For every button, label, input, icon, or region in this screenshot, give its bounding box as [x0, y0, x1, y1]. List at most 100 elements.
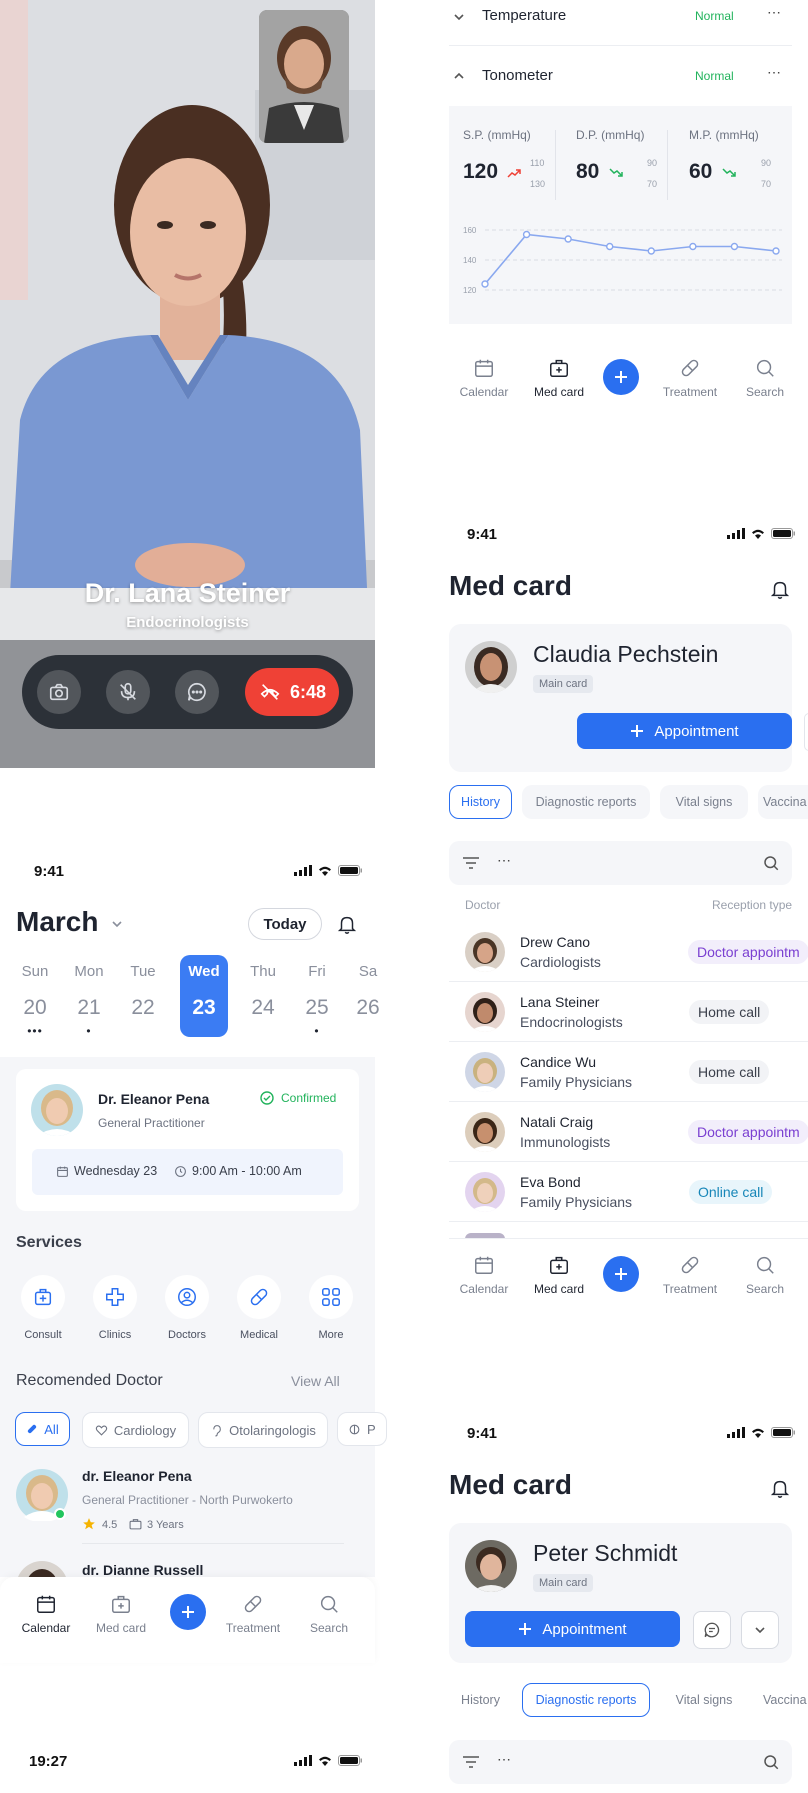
filter-more[interactable]: P — [337, 1412, 387, 1446]
nav-search[interactable]: Search — [294, 1593, 364, 1635]
day-number[interactable]: 24 — [243, 996, 283, 1020]
bell-icon[interactable] — [336, 913, 358, 935]
expand-button[interactable] — [741, 1611, 779, 1649]
doctor-name: Dr. Eleanor Pena — [98, 1091, 210, 1107]
tab-history[interactable]: History — [449, 1683, 512, 1717]
tab-vaccinations[interactable]: Vaccina — [758, 1683, 808, 1717]
avatar — [465, 992, 505, 1032]
service-consult-button[interactable] — [21, 1275, 65, 1319]
doctor-name: Drew Cano — [520, 934, 591, 950]
table-row[interactable]: Natali Craig Immunologists Doctor appointm — [449, 1101, 808, 1162]
data-point[interactable] — [481, 280, 489, 288]
message-button[interactable] — [693, 1611, 731, 1649]
nav-search[interactable]: Search — [730, 357, 800, 399]
mute-button[interactable] — [106, 670, 150, 714]
nav-treatment[interactable]: Treatment — [218, 1593, 288, 1635]
appointment-date: Wednesday 23 — [74, 1164, 158, 1178]
data-point[interactable] — [689, 242, 697, 251]
overflow-button[interactable] — [804, 713, 808, 751]
doctor-name[interactable]: dr. Eleanor Pena — [82, 1468, 192, 1484]
data-point[interactable] — [772, 247, 780, 255]
status-time: 9:41 — [467, 1425, 498, 1442]
end-call-button[interactable]: 6:48 — [245, 668, 339, 716]
bell-icon[interactable] — [769, 1477, 791, 1499]
day-number[interactable]: 26 — [348, 996, 388, 1020]
nav-treatment[interactable]: Treatment — [655, 1254, 725, 1296]
pill-icon — [250, 1288, 268, 1306]
selected-day[interactable]: 23 — [184, 996, 224, 1020]
temperature-status: Normal — [695, 9, 734, 23]
nav-calendar[interactable]: Calendar — [449, 357, 519, 399]
tab-vital-signs[interactable]: Vital signs — [660, 1683, 748, 1717]
table-row[interactable]: Eva Bond Family Physicians Online call — [449, 1161, 808, 1222]
nav-medcard[interactable]: Med card — [524, 357, 594, 399]
self-video-preview[interactable] — [259, 10, 349, 143]
appointment-button[interactable]: Appointment — [465, 1611, 680, 1647]
more-icon[interactable]: ⋯ — [497, 852, 511, 869]
bell-icon[interactable] — [769, 578, 791, 600]
filter-all[interactable]: All — [15, 1412, 70, 1446]
chat-icon — [187, 682, 206, 702]
status-icons — [294, 1755, 362, 1766]
more-icon[interactable]: ⋯ — [767, 64, 781, 81]
end-call-icon — [260, 684, 280, 700]
more-icon[interactable]: ⋯ — [767, 4, 781, 21]
day-number[interactable]: 25 — [297, 996, 337, 1020]
filter-otolaringologis[interactable]: Otolaringologis — [198, 1412, 328, 1448]
data-point[interactable] — [606, 242, 614, 251]
data-point[interactable] — [522, 230, 531, 239]
doctor-name[interactable]: dr. Dianne Russell — [82, 1562, 203, 1576]
day-number[interactable]: 20 — [15, 996, 55, 1020]
chevron-down-icon[interactable] — [452, 10, 466, 24]
day-number[interactable]: 21 — [69, 996, 109, 1020]
tab-history[interactable]: History — [449, 785, 512, 819]
service-more-button[interactable] — [309, 1275, 353, 1319]
nav-calendar[interactable]: Calendar — [11, 1593, 81, 1635]
doctor-specialty: Cardiologists — [520, 954, 601, 970]
table-row[interactable]: Candice Wu Family Physicians Home call — [449, 1041, 808, 1102]
nav-search[interactable]: Search — [730, 1254, 800, 1296]
nav-medcard[interactable]: Med card — [524, 1254, 594, 1296]
nav-medcard[interactable]: Med card — [86, 1593, 156, 1635]
service-medical-button[interactable] — [237, 1275, 281, 1319]
nav-calendar[interactable]: Calendar — [449, 1254, 519, 1296]
appointment-button[interactable]: Appointment — [577, 713, 792, 749]
signal-icon — [294, 1755, 312, 1766]
more-icon[interactable]: ⋯ — [497, 1751, 511, 1768]
nav-treatment[interactable]: Treatment — [655, 357, 725, 399]
search-icon[interactable] — [762, 854, 780, 872]
data-point[interactable] — [730, 242, 739, 251]
temperature-label: Temperature — [482, 7, 567, 24]
search-icon[interactable] — [762, 1753, 780, 1771]
tab-diagnostic-reports[interactable]: Diagnostic reports — [522, 785, 650, 819]
camera-button[interactable] — [37, 670, 81, 714]
doctor-avatar[interactable] — [16, 1469, 68, 1521]
patient-name: Peter Schmidt — [533, 1540, 678, 1566]
chat-button[interactable] — [175, 670, 219, 714]
data-point[interactable] — [647, 247, 655, 255]
appointment-card[interactable]: Dr. Eleanor Pena General Practitioner Co… — [16, 1069, 359, 1211]
tab-diagnostic-reports[interactable]: Diagnostic reports — [522, 1683, 650, 1717]
add-button[interactable] — [603, 359, 639, 395]
doctor-avatar[interactable] — [16, 1561, 68, 1577]
table-row[interactable]: Drew Cano Cardiologists Doctor appointm — [449, 921, 808, 982]
tab-vaccinations[interactable]: Vaccina — [758, 785, 808, 819]
view-all-link[interactable]: View All — [291, 1373, 340, 1389]
filter-icon[interactable] — [462, 1754, 480, 1770]
search-bar[interactable]: ⋯ — [449, 1740, 792, 1784]
filter-icon[interactable] — [462, 855, 480, 871]
add-button[interactable] — [170, 1594, 206, 1630]
table-row[interactable]: Lana Steiner Endocrinologists Home call — [449, 981, 808, 1042]
filter-cardiology[interactable]: Cardiology — [82, 1412, 189, 1448]
day-number[interactable]: 22 — [123, 996, 163, 1020]
add-button[interactable] — [603, 1256, 639, 1292]
data-point[interactable] — [564, 235, 572, 243]
month-title[interactable]: March — [16, 906, 124, 938]
chevron-up-icon[interactable] — [452, 69, 466, 83]
today-button[interactable]: Today — [248, 908, 322, 940]
service-doctors-button[interactable] — [165, 1275, 209, 1319]
nav-search-label: Search — [309, 1621, 349, 1635]
search-bar[interactable]: ⋯ — [449, 841, 792, 885]
service-clinics-button[interactable] — [93, 1275, 137, 1319]
tab-vital-signs[interactable]: Vital signs — [660, 785, 748, 819]
